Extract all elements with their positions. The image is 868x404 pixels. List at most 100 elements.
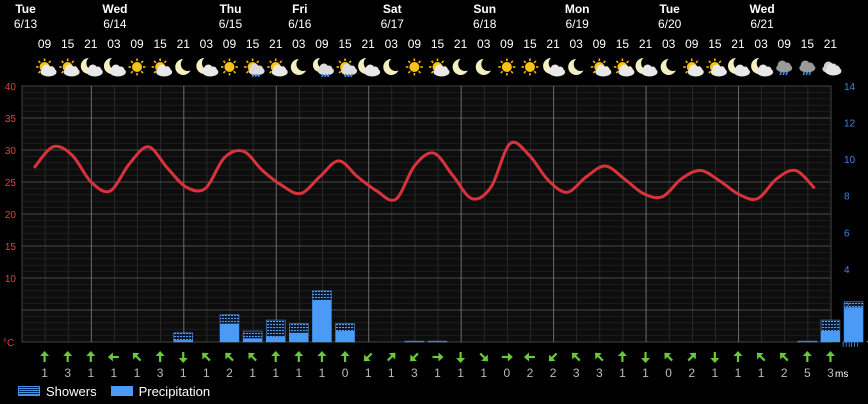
weather-moon-icon <box>568 57 588 75</box>
sun-ray <box>533 70 537 74</box>
wind-arrow-icon <box>225 352 234 362</box>
wind-arrow-icon <box>86 351 96 362</box>
rain-drop <box>327 73 330 78</box>
hour-label: 03 <box>662 37 676 51</box>
wind-arrow-icon <box>40 351 50 362</box>
hour-label: 03 <box>570 37 584 51</box>
sun-ray <box>71 60 75 64</box>
weather-sun-cloud-icon <box>36 58 57 77</box>
sun-disc <box>409 62 420 72</box>
day-name-label: Wed <box>750 2 775 16</box>
wind-arrow-icon <box>523 352 535 362</box>
day-name-label: Sat <box>383 2 402 16</box>
legend-item-showers: Showers <box>18 384 97 399</box>
wind-arrow-icon <box>802 351 812 362</box>
sun-ray <box>48 60 52 64</box>
rain-drop <box>324 73 327 78</box>
sun-ray <box>500 60 504 64</box>
weather-sun-rain-icon <box>244 58 265 78</box>
precipitation-bar <box>266 336 286 342</box>
moon-shadow <box>481 57 495 71</box>
forecast-chart: Tue6/13Wed6/14Thu6/15Fri6/16Sat6/17Sun6/… <box>3 2 868 380</box>
wind-speed-label: 3 <box>827 366 834 380</box>
wind-arrow-icon <box>202 352 211 362</box>
weather-sun-icon <box>498 58 516 76</box>
hour-label: 21 <box>731 37 745 51</box>
sun-ray <box>418 70 421 74</box>
precip-tick-label: 4 <box>844 265 850 276</box>
hour-label: 03 <box>477 37 491 51</box>
wind-arrow-icon <box>132 352 142 362</box>
rain-drop <box>808 71 812 76</box>
sun-ray <box>523 60 527 64</box>
wind-arrow-icon <box>595 352 604 362</box>
sun-ray <box>37 60 41 64</box>
cloud-puff <box>441 66 448 74</box>
sun-ray <box>153 70 157 74</box>
cloud-puff <box>718 66 726 74</box>
wind-speed-label: 3 <box>64 366 71 380</box>
sun-disc <box>524 62 535 72</box>
sun-ray <box>615 60 619 64</box>
wind-speed-label: 0 <box>503 366 510 380</box>
rain-drop <box>321 73 324 78</box>
sun-ray <box>163 60 167 64</box>
wind-arrow-icon <box>548 352 558 362</box>
sun-ray <box>233 70 237 74</box>
day-name-label: Tue <box>659 2 680 16</box>
rain-drop <box>254 73 258 78</box>
hour-label: 09 <box>685 37 699 51</box>
legend-showers-label: Showers <box>46 383 97 399</box>
cloud-puff <box>256 65 264 73</box>
cloud-puff <box>806 62 814 70</box>
sun-ray <box>279 60 283 64</box>
hour-label: 09 <box>593 37 607 51</box>
precip-tick-label: 2 <box>844 301 850 312</box>
rain-drop <box>785 71 788 76</box>
wind-arrow-icon <box>687 352 696 362</box>
sun-ray <box>430 60 434 64</box>
weather-sun-icon <box>128 58 146 76</box>
sun-ray <box>407 70 411 74</box>
wind-arrow-icon <box>825 351 835 362</box>
day-name-label: Fri <box>292 2 307 16</box>
wind-arrow-icon <box>271 351 281 362</box>
cloud-puff <box>602 66 610 74</box>
weather-icons <box>36 56 842 78</box>
sun-ray <box>441 60 445 64</box>
wind-arrow-icon <box>248 352 257 362</box>
weather-sun-icon <box>220 58 238 76</box>
day-date-label: 6/16 <box>288 17 312 31</box>
cloud-puff <box>832 65 840 73</box>
day-date-label: 6/17 <box>381 17 405 31</box>
wind-arrow-icon <box>664 352 673 362</box>
sun-ray <box>61 60 64 64</box>
weather-moon-icon <box>452 57 472 75</box>
wind-speed-label: 1 <box>735 366 742 380</box>
sun-ray <box>61 70 64 74</box>
precip-tick-label: 8 <box>844 192 850 203</box>
sun-ray <box>269 70 273 74</box>
hour-label: 21 <box>639 37 653 51</box>
day-date-label: 6/21 <box>750 17 774 31</box>
sun-ray <box>153 60 157 64</box>
hour-label: 21 <box>824 37 838 51</box>
sun-ray <box>256 60 260 64</box>
wind-speed-label: 1 <box>457 366 464 380</box>
wind-arrow-icon <box>178 352 188 363</box>
wind-speed-label: 1 <box>434 366 441 380</box>
sun-ray <box>269 60 273 64</box>
wind-row: 1 3 1 1 1 3 1 1 2 1 1 1 1 0 1 1 3 1 1 1 0 2 2 3 3 1 1 0 2 1 1 1 2 5 3 <box>40 351 835 380</box>
wind-speed-label: 1 <box>619 366 626 380</box>
wind-speed-label: 1 <box>249 366 256 380</box>
sun-disc <box>132 62 143 72</box>
weather-moon-cloud-icon <box>635 56 658 77</box>
moon-shadow <box>666 57 680 71</box>
hour-label: 15 <box>431 37 445 51</box>
hour-label: 21 <box>177 37 191 51</box>
wind-speed-label: 3 <box>411 366 418 380</box>
chart-legend: Showers Precipitation <box>18 383 224 399</box>
showers-swatch <box>18 386 40 396</box>
wind-speed-label: 0 <box>342 366 349 380</box>
weather-sun-icon <box>521 58 539 76</box>
